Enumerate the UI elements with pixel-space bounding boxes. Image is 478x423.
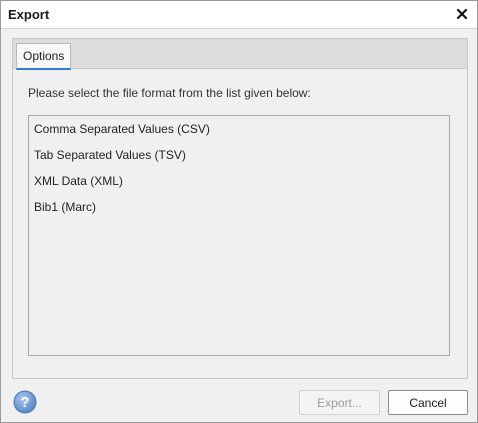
list-item-marc[interactable]: Bib1 (Marc) bbox=[29, 194, 449, 220]
list-item-tsv[interactable]: Tab Separated Values (TSV) bbox=[29, 142, 449, 168]
list-item-csv[interactable]: Comma Separated Values (CSV) bbox=[29, 116, 449, 142]
format-listbox[interactable]: Comma Separated Values (CSV) Tab Separat… bbox=[28, 115, 450, 356]
export-button[interactable]: Export... bbox=[299, 390, 380, 415]
tab-strip: Options bbox=[13, 39, 467, 70]
instructions-label: Please select the file format from the l… bbox=[28, 86, 311, 100]
list-item-xml[interactable]: XML Data (XML) bbox=[29, 168, 449, 194]
title-bar: Export bbox=[1, 1, 477, 29]
svg-text:?: ? bbox=[20, 394, 29, 411]
dialog-title: Export bbox=[8, 7, 50, 22]
help-icon[interactable]: ? bbox=[13, 390, 37, 414]
export-dialog: Export Options Please select the file fo… bbox=[0, 0, 478, 423]
cancel-button[interactable]: Cancel bbox=[388, 390, 468, 415]
options-panel: Options Please select the file format fr… bbox=[12, 38, 468, 379]
close-icon[interactable] bbox=[453, 5, 471, 23]
tab-options[interactable]: Options bbox=[16, 43, 72, 70]
